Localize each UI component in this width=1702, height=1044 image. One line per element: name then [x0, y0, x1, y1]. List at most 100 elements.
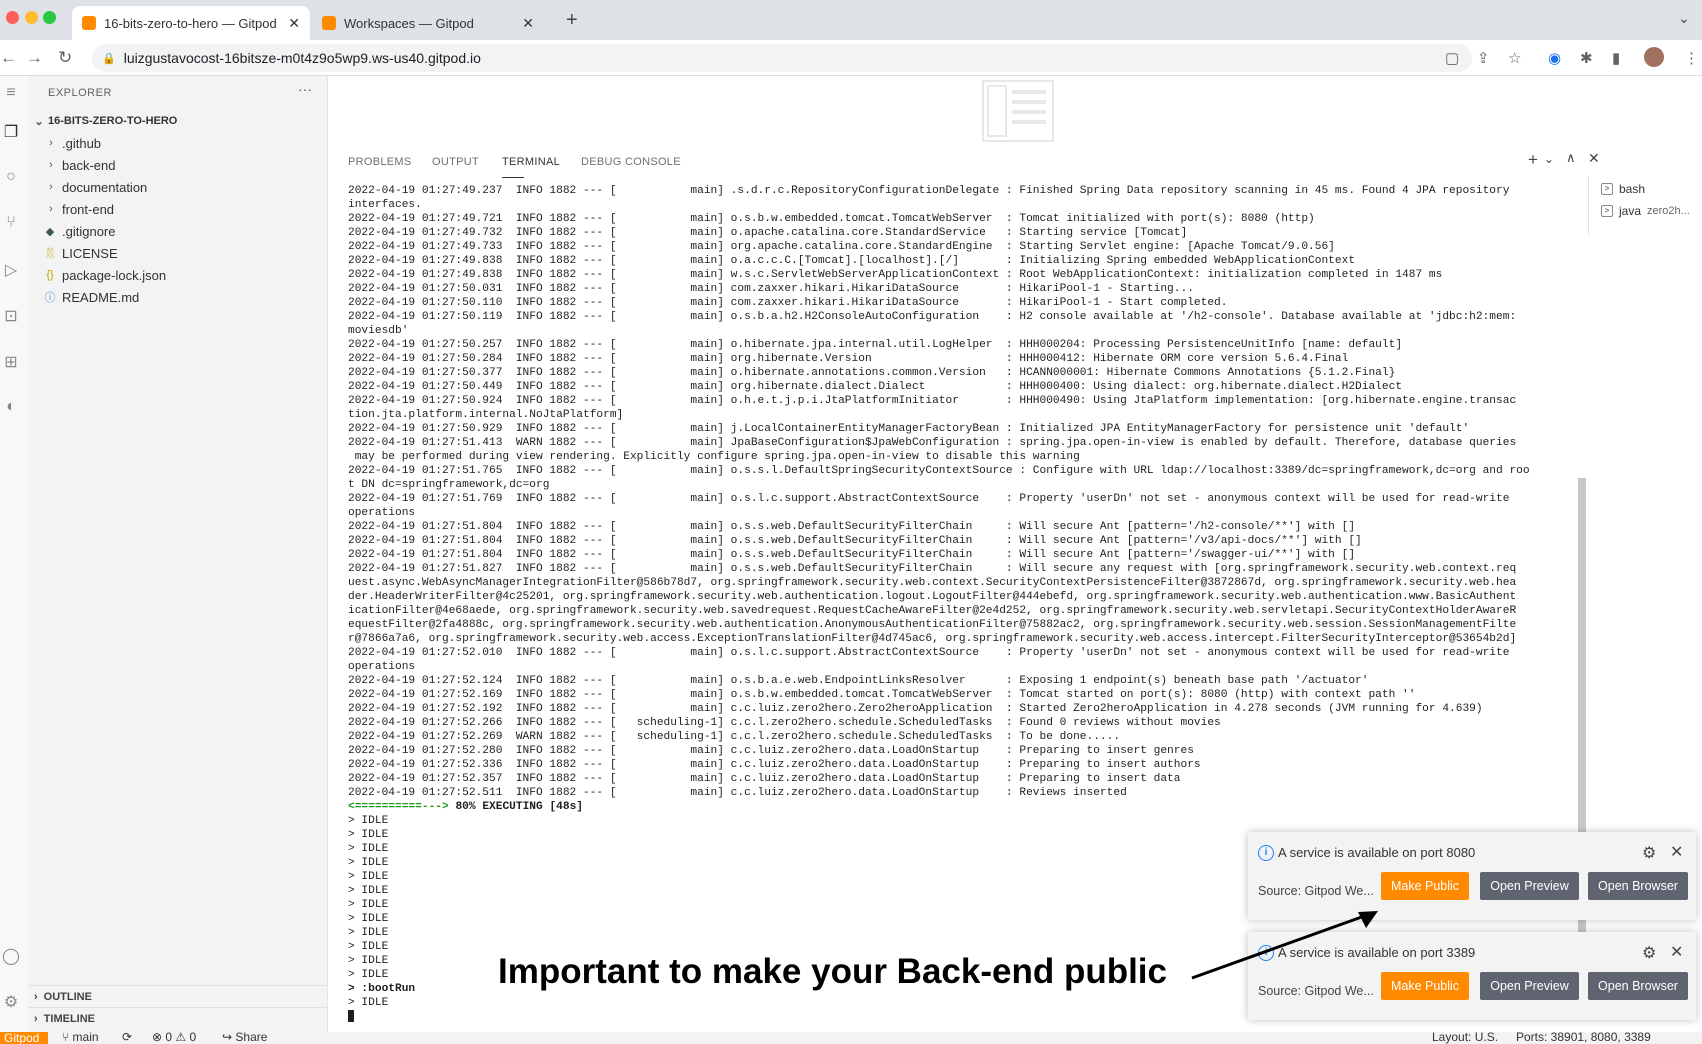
close-tab-icon[interactable]: ✕	[522, 15, 534, 32]
terminal-log-line: 2022-04-19 01:27:51.413 WARN 1882 --- [ …	[348, 437, 1517, 449]
annotation-caption: Important to make your Back-end public	[498, 952, 1167, 991]
url-bar[interactable]: 🔒 luizgustavocost-16bitsze-m0t4z9o5wp9.w…	[92, 44, 1472, 72]
maximize-panel-icon[interactable]: ∧	[1566, 150, 1576, 166]
extensions-icon[interactable]: ⊞	[0, 352, 22, 374]
terminal-log-line: equestFilter@2fa4888c, org.springframewo…	[348, 619, 1517, 631]
terminal-log-line: 2022-04-19 01:27:50.031 INFO 1882 --- [ …	[348, 283, 1194, 295]
profile-avatar[interactable]	[1644, 47, 1664, 67]
accounts-icon[interactable]: ◯	[0, 946, 22, 968]
terminal-log-line: may be performed during view rendering. …	[348, 451, 1080, 463]
notification-settings-gear-icon[interactable]: ⚙	[1642, 843, 1656, 863]
terminal-log-line: 2022-04-19 01:27:50.284 INFO 1882 --- [ …	[348, 353, 1349, 365]
make-public-button[interactable]: Make Public	[1381, 872, 1469, 900]
branch-status[interactable]: ⑂ main	[62, 1032, 99, 1044]
tab-search-chevron-icon[interactable]: ⌄	[1678, 10, 1690, 27]
terminal-log-line: 2022-04-19 01:27:49.237 INFO 1882 --- [ …	[348, 185, 1510, 197]
github-icon[interactable]: ◐	[0, 398, 22, 420]
terminal-item-bash[interactable]: > bash	[1601, 182, 1645, 196]
notification-settings-gear-icon[interactable]: ⚙	[1642, 943, 1656, 963]
tree-item-front-end[interactable]: › front-end	[28, 198, 328, 220]
forward-icon[interactable]: →	[26, 48, 43, 68]
maximize-window-dot[interactable]	[43, 11, 56, 24]
close-panel-icon[interactable]: ✕	[1588, 150, 1600, 167]
tab-output[interactable]: OUTPUT	[432, 156, 479, 168]
tree-item-label: README.md	[62, 289, 140, 305]
settings-gear-icon[interactable]: ⚙	[0, 992, 22, 1014]
browser-tab-workspaces[interactable]: Workspaces — Gitpod ✕	[312, 6, 544, 40]
open-preview-button[interactable]: Open Preview	[1480, 972, 1579, 1000]
terminal-log-line: 2022-04-19 01:27:51.804 INFO 1882 --- [ …	[348, 549, 1356, 561]
terminal-name: java	[1619, 204, 1642, 218]
browser-tab-active[interactable]: 16-bits-zero-to-hero — Gitpod ✕	[72, 6, 310, 40]
close-notification-icon[interactable]: ✕	[1670, 942, 1683, 962]
chevron-down-icon[interactable]: ⌄	[1544, 152, 1554, 166]
terminal-log-line: icationFilter@4e68aede, org.springframew…	[348, 605, 1517, 617]
tab-debug-console[interactable]: DEBUG CONSOLE	[581, 156, 681, 168]
git-file-icon: ◆	[45, 225, 55, 238]
source-control-icon[interactable]: ⑂	[0, 214, 22, 236]
search-icon[interactable]: ○	[0, 168, 22, 190]
timeline-section[interactable]: › TIMELINE	[28, 1007, 328, 1029]
close-window-dot[interactable]	[6, 11, 19, 24]
share-status[interactable]: ↪ Share	[222, 1032, 267, 1044]
tree-item-license[interactable]: 🎗 LICENSE	[28, 242, 328, 264]
chevron-right-icon: ›	[34, 1012, 38, 1025]
back-icon[interactable]: ←	[0, 48, 17, 68]
tree-item-back-end[interactable]: › back-end	[28, 154, 328, 176]
terminal-log-line: 2022-04-19 01:27:51.804 INFO 1882 --- [ …	[348, 521, 1356, 533]
minimize-window-dot[interactable]	[25, 11, 38, 24]
tree-item-gitignore[interactable]: ◆ .gitignore	[28, 220, 328, 242]
root-folder-label: 16-BITS-ZERO-TO-HERO	[48, 115, 178, 127]
close-tab-icon[interactable]: ✕	[288, 15, 300, 32]
open-browser-button[interactable]: Open Browser	[1588, 872, 1688, 900]
sync-icon[interactable]: ⟳	[122, 1032, 132, 1044]
explorer-more-icon[interactable]: ···	[298, 81, 312, 97]
idle-line: > IDLE	[348, 815, 389, 827]
tree-item-readme[interactable]: ⓘ README.md	[28, 286, 328, 308]
terminal-log-line: interfaces.	[348, 199, 422, 211]
make-public-button[interactable]: Make Public	[1381, 972, 1469, 1000]
notification-message: A service is available on port 8080	[1278, 845, 1476, 860]
tab-problems[interactable]: PROBLEMS	[348, 156, 412, 168]
progress-status: EXECUTING [48s]	[482, 801, 584, 813]
open-preview-button[interactable]: Open Preview	[1480, 872, 1579, 900]
terminal-log-line: 2022-04-19 01:27:52.336 INFO 1882 --- [ …	[348, 759, 1201, 771]
tree-item-github[interactable]: › .github	[28, 132, 328, 154]
extension-icon[interactable]: ◉	[1548, 49, 1561, 67]
terminal-icon: >	[1601, 205, 1613, 217]
editor-watermark-logo-icon	[982, 80, 1054, 142]
new-terminal-icon[interactable]: +	[1528, 150, 1538, 170]
gradle-progress-line: <==========---> 80% EXECUTING [48s]	[348, 800, 1566, 814]
explorer-root-folder[interactable]: ⌄ 16-BITS-ZERO-TO-HERO	[28, 110, 328, 132]
browser-menu-icon[interactable]: ⋮	[1684, 49, 1699, 67]
close-notification-icon[interactable]: ✕	[1670, 842, 1683, 862]
tree-item-package-lock[interactable]: {} package-lock.json	[28, 264, 328, 286]
menu-icon[interactable]: ≡	[0, 84, 22, 106]
clipboard-icon[interactable]: ▢	[1445, 49, 1459, 67]
tree-item-documentation[interactable]: › documentation	[28, 176, 328, 198]
open-browser-button[interactable]: Open Browser	[1588, 972, 1688, 1000]
reload-icon[interactable]: ↻	[58, 48, 72, 68]
sidepanel-icon[interactable]: ▮	[1612, 49, 1620, 67]
terminal-log-line: 2022-04-19 01:27:50.449 INFO 1882 --- [ …	[348, 381, 1403, 393]
gitpod-status-badge[interactable]: Gitpod	[0, 1032, 48, 1044]
browser-tab-strip: 16-bits-zero-to-hero — Gitpod ✕ Workspac…	[0, 0, 1702, 40]
extensions-puzzle-icon[interactable]: ✱	[1580, 49, 1593, 67]
terminal-log-line: tion.jta.platform.internal.NoJtaPlatform…	[348, 409, 624, 421]
explorer-files-icon[interactable]: ❐	[0, 122, 22, 144]
run-debug-icon[interactable]: ▷	[0, 260, 22, 282]
ports-status[interactable]: Ports: 38901, 8080, 3389	[1516, 1032, 1651, 1044]
chevron-right-icon: ›	[49, 137, 53, 149]
bookmark-star-icon[interactable]: ☆	[1508, 49, 1521, 67]
problems-status[interactable]: ⊗ 0 ⚠ 0	[152, 1032, 196, 1044]
terminal-log-line: 2022-04-19 01:27:49.721 INFO 1882 --- [ …	[348, 213, 1315, 225]
terminal-item-java[interactable]: > java zero2h...	[1601, 204, 1690, 218]
outline-section[interactable]: › OUTLINE	[28, 985, 328, 1007]
terminal-log-line: 2022-04-19 01:27:50.257 INFO 1882 --- [ …	[348, 339, 1403, 351]
gitpod-favicon-icon	[82, 16, 96, 30]
new-tab-icon[interactable]: +	[566, 9, 578, 32]
share-page-icon[interactable]: ⇪	[1477, 49, 1490, 67]
tab-terminal[interactable]: TERMINAL	[502, 156, 560, 178]
keyboard-layout-status[interactable]: Layout: U.S.	[1432, 1032, 1498, 1044]
remote-explorer-icon[interactable]: ⊡	[0, 306, 22, 328]
